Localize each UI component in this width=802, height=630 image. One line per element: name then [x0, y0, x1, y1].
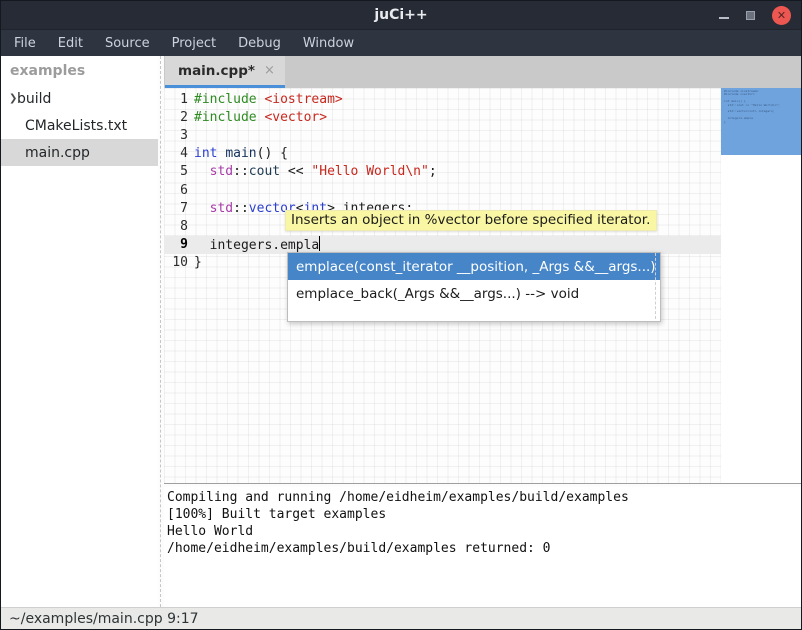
menubar: FileEditSourceProjectDebugWindow — [1, 30, 801, 56]
tree-item-label: CMakeLists.txt — [25, 118, 127, 134]
statusbar: ~/examples/main.cpp 9:17 — [1, 607, 801, 629]
code-line-9[interactable]: 9 integers.empla — [164, 236, 721, 254]
file-tree-sidebar: examples ❯build CMakeLists.txt main.cpp — [1, 56, 158, 607]
editor-column: main.cpp* × 1#include <iostream>2#includ… — [164, 56, 801, 607]
line-number: 4 — [164, 146, 190, 161]
line-text: int main() { — [190, 146, 288, 161]
autocomplete-popup: emplace(const_iterator __position, _Args… — [287, 252, 661, 322]
menu-file[interactable]: File — [3, 32, 47, 55]
code-line-2[interactable]: 2#include <vector> — [164, 108, 721, 126]
completion-item[interactable]: emplace(const_iterator __position, _Args… — [288, 253, 660, 280]
minimap-code: #include <iostream> #include <vector> in… — [724, 90, 780, 124]
output-line: Compiling and running /home/eidheim/exam… — [167, 489, 801, 506]
file-tree: ❯build CMakeLists.txt main.cpp — [1, 85, 158, 166]
status-path-position: ~/examples/main.cpp 9:17 — [9, 611, 199, 627]
menu-project[interactable]: Project — [161, 32, 227, 55]
line-text: integers.empla — [190, 236, 320, 253]
editor-wrap: 1#include <iostream>2#include <vector>34… — [164, 88, 801, 483]
line-number: 6 — [164, 183, 190, 198]
menu-window[interactable]: Window — [292, 32, 365, 55]
doc-tooltip: Inserts an object in %vector before spec… — [285, 210, 657, 231]
titlebar: juCi++ ✕ — [1, 1, 801, 30]
minimize-icon[interactable] — [719, 17, 729, 19]
tree-item-label: build — [17, 91, 51, 107]
line-number: 7 — [164, 201, 190, 216]
menu-edit[interactable]: Edit — [47, 32, 94, 55]
code-line-4[interactable]: 4int main() { — [164, 145, 721, 163]
line-text: std::cout << "Hello World\n"; — [190, 164, 437, 179]
code-line-6[interactable]: 6 — [164, 181, 721, 199]
line-number: 3 — [164, 128, 190, 143]
line-number: 8 — [164, 219, 190, 234]
line-text: #include <iostream> — [190, 92, 343, 107]
text-cursor — [319, 236, 320, 251]
close-icon[interactable]: ✕ — [772, 6, 791, 25]
line-number: 10 — [164, 255, 190, 270]
tab-main-cpp[interactable]: main.cpp* × — [165, 56, 285, 88]
tabbar: main.cpp* × — [164, 56, 801, 88]
line-number: 5 — [164, 164, 190, 179]
expander-icon[interactable]: ❯ — [1, 93, 17, 104]
code-line-3[interactable]: 3 — [164, 126, 721, 144]
tab-close-icon[interactable]: × — [264, 63, 275, 78]
window-controls: ✕ — [719, 6, 801, 25]
line-text: } — [190, 255, 202, 270]
line-number: 1 — [164, 92, 190, 107]
window-title: juCi++ — [1, 7, 801, 23]
tree-item-build[interactable]: ❯build — [1, 85, 158, 112]
line-number: 2 — [164, 110, 190, 125]
tree-item-cmakelists-txt[interactable]: CMakeLists.txt — [1, 112, 158, 139]
menu-debug[interactable]: Debug — [227, 32, 292, 55]
build-output-panel: Compiling and running /home/eidheim/exam… — [164, 487, 801, 607]
app-window: juCi++ ✕ FileEditSourceProjectDebugWindo… — [0, 0, 802, 630]
menu-source[interactable]: Source — [94, 32, 161, 55]
output-line: /home/eidheim/examples/build/examples re… — [167, 540, 801, 557]
tab-label: main.cpp* — [178, 63, 255, 79]
line-number: 9 — [164, 237, 190, 252]
completion-item[interactable]: emplace_back(_Args &&__args...) --> void — [288, 280, 660, 307]
output-line: [100%] Built target examples — [167, 506, 801, 523]
code-line-5[interactable]: 5 std::cout << "Hello World\n"; — [164, 163, 721, 181]
minimap[interactable]: #include <iostream> #include <vector> in… — [721, 88, 801, 483]
output-line: Hello World — [167, 523, 801, 540]
maximize-icon[interactable] — [746, 11, 755, 20]
main-area: examples ❯build CMakeLists.txt main.cpp ma… — [1, 56, 801, 607]
tree-item-label: main.cpp — [25, 145, 90, 161]
tree-item-main-cpp[interactable]: main.cpp — [1, 139, 158, 166]
line-text: #include <vector> — [190, 110, 327, 125]
project-name-label: examples — [1, 56, 158, 85]
code-editor[interactable]: 1#include <iostream>2#include <vector>34… — [164, 88, 721, 483]
code-line-1[interactable]: 1#include <iostream> — [164, 90, 721, 108]
